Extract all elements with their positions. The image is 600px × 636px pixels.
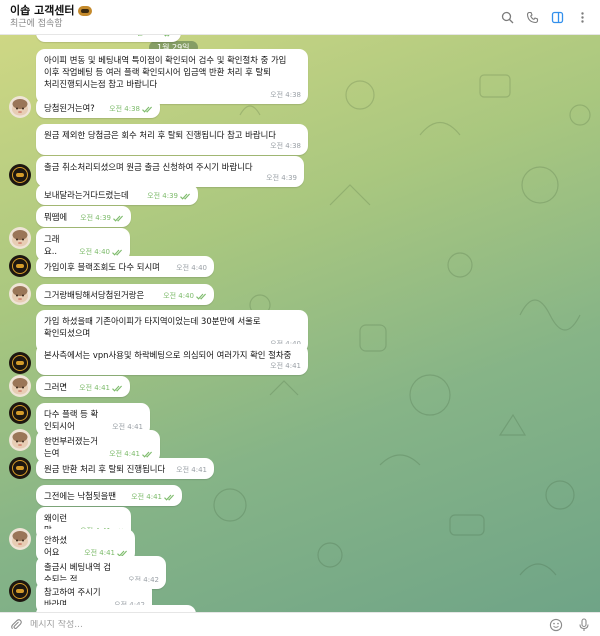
message-text: 뭐뗌에 bbox=[44, 212, 68, 222]
agent-avatar[interactable] bbox=[9, 255, 31, 277]
agent-avatar[interactable] bbox=[9, 164, 31, 186]
message-time: 오전 4:39 bbox=[147, 192, 178, 200]
agent-avatar[interactable] bbox=[9, 580, 31, 602]
message-list[interactable]: 1월 29일 오전 4:35아이피 변동 및 베팅내역 특이점이 확인되어 검수… bbox=[0, 35, 600, 612]
agent-message[interactable]: 아이피 변동 및 베팅내역 특이점이 확인되어 검수 및 확인절차 중 가입 이… bbox=[36, 49, 308, 104]
user-message[interactable]: 뭐뗌에 오전 4:39 bbox=[36, 206, 131, 227]
chat-status: 최근에 접속함 bbox=[10, 19, 63, 29]
agent-message[interactable]: 원금 제외한 당첨금은 회수 처리 후 탈퇴 진행됩니다 참고 바랍니다오전 4… bbox=[36, 124, 308, 155]
chat-title: 이솝 고객센터 bbox=[10, 4, 499, 18]
message-time: 오전 4:35 bbox=[130, 35, 161, 39]
read-check-icon bbox=[113, 215, 124, 222]
message-text: 가입 하셨을때 기존아이피가 타지역이었는데 30분만에 서울로 확인되셨으며 bbox=[44, 316, 261, 338]
message-text: 원금 제외한 당첨금은 회수 처리 후 탈퇴 진행됩니다 참고 바랍니다 bbox=[44, 130, 276, 140]
message-meta: 오전 4:41 bbox=[79, 382, 123, 394]
message-text: 그전에는 낙첨됫을땐 bbox=[44, 491, 117, 501]
agent-message[interactable]: 가입이후 블랙조회도 다수 되시며 오전 4:40 bbox=[36, 256, 214, 277]
message-time: 오전 4:40 bbox=[163, 292, 194, 300]
chat-header: 이솝 고객센터 최근에 접속함 bbox=[0, 0, 600, 35]
message-text: 다수 플랙 등 확인되시어 bbox=[44, 409, 99, 431]
message-text: 당첨된거는여? bbox=[44, 103, 95, 113]
message-text: 그러면 bbox=[44, 382, 68, 392]
message-meta: 오전 4:41 bbox=[131, 491, 175, 503]
user-avatar[interactable] bbox=[9, 283, 31, 305]
message-composer bbox=[0, 612, 600, 636]
agent-message[interactable]: 출금 취소처리되셨으며 원금 출금 신청하여 주시기 바랍니다오전 4:39 bbox=[36, 156, 304, 187]
agent-avatar[interactable] bbox=[9, 352, 31, 374]
user-message[interactable]: 그전에는 낙첨됫을땐 오전 4:41 bbox=[36, 485, 182, 506]
message-meta: 오전 4:39 bbox=[80, 212, 124, 224]
message-time: 오전 4:39 bbox=[266, 174, 297, 182]
message-time: 오전 4:40 bbox=[176, 264, 207, 272]
message-meta: 오전 4:39 bbox=[147, 190, 191, 202]
message-meta: 오전 4:41 bbox=[176, 464, 207, 476]
message-meta: 오전 4:38 bbox=[109, 103, 153, 115]
header-actions bbox=[499, 9, 590, 25]
message-time: 오전 4:41 bbox=[176, 466, 207, 474]
message-meta: 오전 4:40 bbox=[163, 290, 207, 302]
message-text: 가입이후 블랙조회도 다수 되시며 bbox=[44, 262, 160, 272]
read-check-icon bbox=[112, 385, 123, 392]
agent-message[interactable]: 본사측에서는 vpn사용및 하락베팅으로 의심되어 여러가지 확인 절차중오전 … bbox=[36, 344, 308, 375]
message-text: 출금 취소처리되셨으며 원금 출금 신청하여 주시기 바랍니다 bbox=[44, 162, 253, 172]
read-check-icon bbox=[196, 293, 207, 300]
message-time: 오전 4:41 bbox=[131, 493, 162, 501]
emoji-badge-icon bbox=[77, 6, 92, 16]
user-avatar[interactable] bbox=[9, 375, 31, 397]
read-check-icon bbox=[164, 494, 175, 501]
user-avatar[interactable] bbox=[9, 96, 31, 118]
message-meta: 오전 4:38 bbox=[270, 140, 301, 152]
phone-icon[interactable] bbox=[524, 9, 540, 25]
message-time: 오전 4:38 bbox=[270, 91, 301, 99]
message-text: 한번부러졌는거는여 bbox=[44, 436, 98, 458]
message-meta: 오전 4:39 bbox=[266, 172, 297, 184]
read-check-icon bbox=[163, 35, 174, 37]
message-text: 보내달라는거다드렸는데 bbox=[44, 190, 129, 200]
message-time: 오전 4:38 bbox=[109, 105, 140, 113]
chat-title-text: 이솝 고객센터 bbox=[10, 4, 75, 17]
read-check-icon bbox=[180, 193, 191, 200]
agent-message[interactable]: 오전 4:35 bbox=[36, 35, 181, 42]
message-text: 안하셨어요 bbox=[44, 535, 68, 557]
message-time: 오전 4:38 bbox=[270, 142, 301, 150]
message-text: 아이피 변동 및 베팅내역 특이점이 확인되어 검수 및 확인절차 중 가입 이… bbox=[44, 55, 287, 89]
user-avatar[interactable] bbox=[9, 227, 31, 249]
message-input[interactable] bbox=[24, 619, 548, 630]
read-check-icon bbox=[142, 106, 153, 113]
agent-avatar[interactable] bbox=[9, 402, 31, 424]
message-meta: 오전 4:35 bbox=[130, 35, 174, 39]
message-meta: 오전 4:40 bbox=[176, 262, 207, 274]
message-time: 오전 4:39 bbox=[80, 214, 111, 222]
attach-icon[interactable] bbox=[8, 617, 24, 633]
message-meta: 오전 4:41 bbox=[270, 360, 301, 372]
agent-message[interactable]: 원금 반환 처리 후 탈퇴 진행됩니다 오전 4:41 bbox=[36, 458, 214, 479]
sidebar-toggle-icon[interactable] bbox=[549, 9, 565, 25]
read-check-icon bbox=[142, 451, 153, 458]
microphone-icon[interactable] bbox=[576, 617, 592, 633]
chat-title-block[interactable]: 이솝 고객센터 최근에 접속함 bbox=[10, 4, 499, 30]
emoji-icon[interactable] bbox=[548, 617, 564, 633]
user-message[interactable]: 당첨된거는여? 오전 4:38 bbox=[36, 97, 160, 118]
user-message[interactable]: 그러면 오전 4:41 bbox=[36, 376, 130, 397]
message-text: 원금 반환 처리 후 탈퇴 진행됩니다 bbox=[44, 464, 166, 474]
message-text: 그래요.. bbox=[44, 234, 60, 256]
composer-actions bbox=[548, 617, 592, 633]
message-time: 오전 4:41 bbox=[270, 362, 301, 370]
search-icon[interactable] bbox=[499, 9, 515, 25]
agent-avatar[interactable] bbox=[9, 457, 31, 479]
message-meta: 오전 4:38 bbox=[270, 89, 301, 101]
message-time: 오전 4:41 bbox=[79, 384, 110, 392]
message-text: 그거랑배팅해서당첨된거랑은 bbox=[44, 290, 145, 300]
message-text: 본사측에서는 vpn사용및 하락베팅으로 의심되어 여러가지 확인 절차중 bbox=[44, 350, 292, 360]
more-vertical-icon[interactable] bbox=[574, 9, 590, 25]
user-message[interactable]: 그거랑배팅해서당첨된거랑은 오전 4:40 bbox=[36, 284, 214, 305]
agent-message[interactable] bbox=[36, 605, 196, 612]
user-avatar[interactable] bbox=[9, 429, 31, 451]
message-text bbox=[44, 35, 119, 38]
read-check-icon bbox=[112, 249, 123, 256]
user-avatar[interactable] bbox=[9, 528, 31, 550]
user-message[interactable]: 보내달라는거다드렸는데 오전 4:39 bbox=[36, 184, 198, 205]
